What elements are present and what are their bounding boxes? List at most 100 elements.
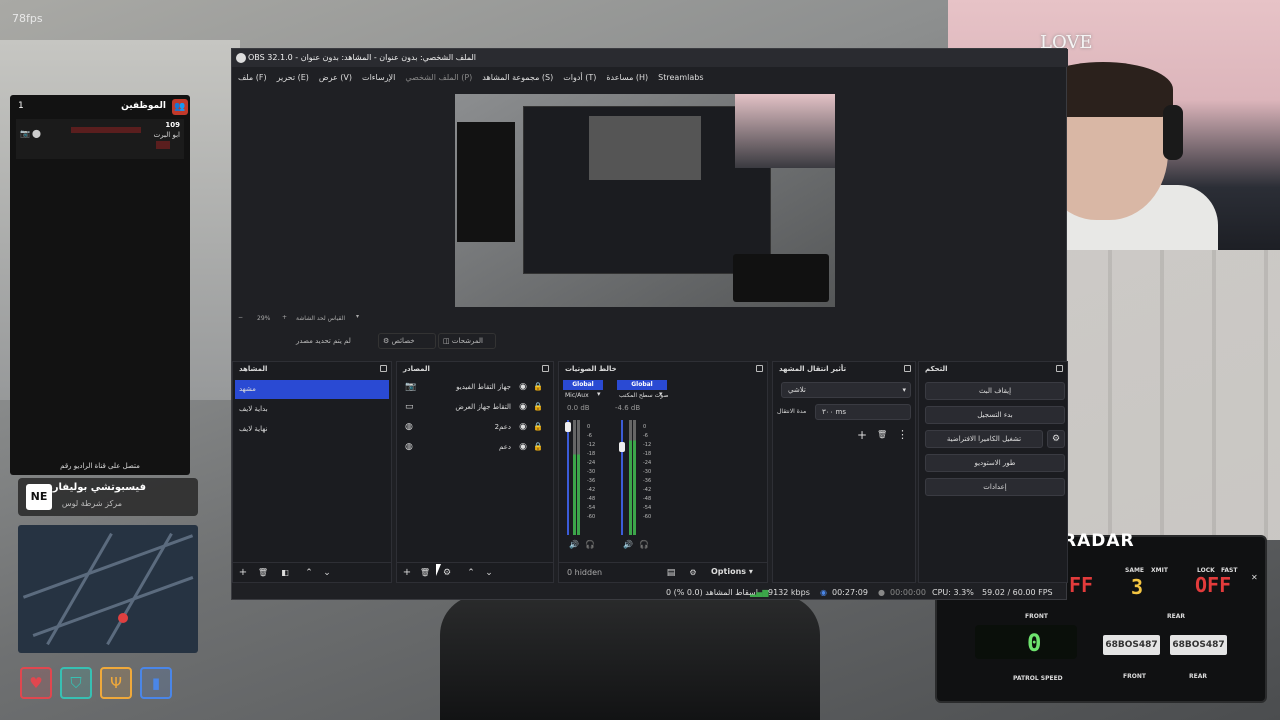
source-item[interactable]: ▭ التقاط جهاز العرض ◉ 🔒 — [399, 398, 551, 418]
scale-mode[interactable]: القياس لحد الشاشة — [296, 315, 345, 322]
virtual-camera-button[interactable]: تشغيل الكاميرا الافتراضية — [925, 430, 1043, 448]
users-icon[interactable]: 👥 — [172, 99, 188, 115]
trash-icon[interactable]: 🗑 — [877, 430, 887, 439]
eye-icon[interactable]: ◉ — [519, 382, 527, 392]
game-screen: 78fps 1 الموظفين 👥 ⚙ 109 ابو البرت 📷 ⬤ م… — [0, 0, 1280, 720]
lock-icon[interactable]: 🔒 — [533, 422, 543, 431]
source-label: التقاط جهاز العرض — [455, 403, 511, 411]
employees-title: الموظفين — [121, 101, 166, 111]
move-up-button[interactable]: ⌃ — [303, 567, 315, 579]
menu-view[interactable]: عرض (V) — [319, 73, 352, 82]
speaker-icon[interactable]: 🔊 — [569, 540, 579, 549]
player-marker-icon — [118, 613, 128, 623]
speaker-icon[interactable]: 🔊 — [623, 540, 633, 549]
filters-tab[interactable]: ◫ المرشحات — [438, 333, 496, 349]
record-time: 00:00:00 — [890, 588, 926, 597]
location-pin-icon[interactable]: ⬤ — [32, 129, 41, 138]
popout-icon[interactable] — [756, 365, 763, 372]
chevron-down-icon[interactable]: ▾ — [597, 390, 601, 398]
gear-icon[interactable]: ⚙ — [1047, 430, 1065, 448]
source-item[interactable]: ◍ دعم2 ◉ 🔒 — [399, 418, 551, 438]
trash-icon[interactable]: 🗑 — [257, 567, 269, 579]
popout-icon[interactable] — [542, 365, 549, 372]
shield-icon: ⛉ — [60, 667, 92, 699]
transition-select[interactable]: تلاشي ▾ — [781, 382, 911, 398]
preview-canvas[interactable] — [455, 94, 835, 307]
stream-time: 00:27:09 — [832, 588, 868, 597]
menu-scene-collection[interactable]: مجموعة المشاهد (S) — [482, 73, 553, 82]
options-button[interactable]: Options ▾ — [711, 567, 753, 576]
studio-mode-button[interactable]: طور الاستوديو — [925, 454, 1065, 472]
filter-icon: ◫ — [443, 337, 450, 345]
stop-streaming-button[interactable]: إيقاف البث — [925, 382, 1065, 400]
eye-icon[interactable]: ◉ — [519, 422, 527, 432]
popout-icon[interactable] — [904, 365, 911, 372]
lock-icon[interactable]: 🔒 — [533, 442, 543, 451]
chevron-down-icon[interactable]: ▾ — [659, 390, 663, 398]
add-source-button[interactable]: + — [401, 567, 413, 579]
transitions-dock: تأثير انتقال المشهد تلاشي ▾ مدة الانتقال… — [772, 361, 916, 583]
move-up-button[interactable]: ⌃ — [465, 567, 477, 579]
headphones-icon[interactable]: 🎧 — [639, 540, 649, 549]
gear-icon[interactable]: ⚙ — [441, 567, 453, 579]
obs-logo-icon — [236, 53, 246, 63]
settings-button[interactable]: إعدادات — [925, 478, 1065, 496]
obs-window: OBS 32.1.0 - الملف الشخصي: بدون عنوان - … — [231, 48, 1068, 600]
add-scene-button[interactable]: + — [237, 567, 249, 579]
menu-docks[interactable]: الإرساءات — [362, 73, 395, 82]
menu-edit[interactable]: تحرير (E) — [277, 73, 309, 82]
eye-icon[interactable]: ◉ — [519, 402, 527, 412]
popout-icon[interactable] — [1056, 365, 1063, 372]
lock-icon[interactable]: 🔒 — [533, 382, 543, 391]
mixer-title: خالط الصوتيات — [565, 365, 617, 373]
level-meter — [633, 420, 636, 535]
trash-icon[interactable]: 🗑 — [419, 567, 431, 579]
move-down-button[interactable]: ⌄ — [321, 567, 333, 579]
menu-tools[interactable]: أدوات (T) — [563, 73, 596, 82]
employee-row[interactable]: 109 ابو البرت 📷 ⬤ — [16, 119, 184, 159]
camera-icon[interactable]: 📷 — [20, 129, 30, 138]
menu-profile[interactable]: الملف الشخصي (P) — [405, 73, 472, 82]
eye-icon[interactable]: ◉ — [519, 442, 527, 452]
scene-item[interactable]: مشهد — [235, 380, 389, 399]
plate-rear: 68BOS487 — [1170, 635, 1227, 655]
source-item[interactable]: 📷 جهاز التقاط الفيديو ◉ 🔒 — [399, 378, 551, 398]
scene-label: بداية لايف — [239, 405, 268, 413]
source-item[interactable]: ◍ دعم ◉ 🔒 — [399, 438, 551, 458]
filter-icon[interactable]: ◧ — [279, 567, 291, 579]
channel-tag: Global — [563, 380, 603, 390]
properties-tab[interactable]: ⚙ خصائص — [378, 333, 436, 349]
dropped-frames: إسقاط المشاهد (0.0 %) 0 — [666, 588, 758, 597]
scene-item[interactable]: نهاية لايف — [235, 420, 389, 439]
volume-slider-track[interactable] — [621, 420, 623, 535]
menu-file[interactable]: ملف (F) — [238, 73, 267, 82]
patrol-display — [975, 625, 1077, 659]
lock-icon[interactable]: 🔒 — [533, 402, 543, 411]
chevron-down-icon[interactable]: ▾ — [356, 313, 359, 320]
zoom-in-button[interactable]: + — [282, 314, 287, 321]
move-down-button[interactable]: ⌄ — [483, 567, 495, 579]
employees-header: 1 الموظفين — [10, 95, 190, 117]
close-icon[interactable]: ✕ — [1251, 573, 1258, 582]
add-transition-button[interactable]: + — [857, 428, 867, 442]
popout-icon[interactable] — [380, 365, 387, 372]
volume-slider-handle[interactable] — [619, 442, 625, 452]
menu-help[interactable]: مساعدة (H) — [606, 73, 648, 82]
scene-item[interactable]: بداية لايف — [235, 400, 389, 419]
channel-db: -4.6 dB — [615, 404, 641, 412]
cpu-usage: CPU: 3.3% — [932, 588, 974, 597]
options-label: Options — [711, 567, 747, 576]
duration-input[interactable]: ٣٠٠ ms — [815, 404, 911, 420]
link-icon[interactable]: ⚙ — [687, 567, 699, 579]
zoom-out-button[interactable]: − — [238, 314, 243, 321]
volume-slider-track[interactable] — [567, 420, 569, 535]
layout-icon[interactable]: ▤ — [665, 567, 677, 579]
menu-streamlabs[interactable]: Streamlabs — [658, 73, 703, 82]
employee-number: 109 — [165, 121, 180, 129]
headphones-icon[interactable]: 🎧 — [585, 540, 595, 549]
volume-slider-handle[interactable] — [565, 422, 571, 432]
more-icon[interactable]: ⋮ — [897, 428, 908, 441]
source-label: دعم2 — [494, 423, 511, 431]
zoom-level: 29% — [257, 315, 271, 322]
start-recording-button[interactable]: بدء التسجيل — [925, 406, 1065, 424]
